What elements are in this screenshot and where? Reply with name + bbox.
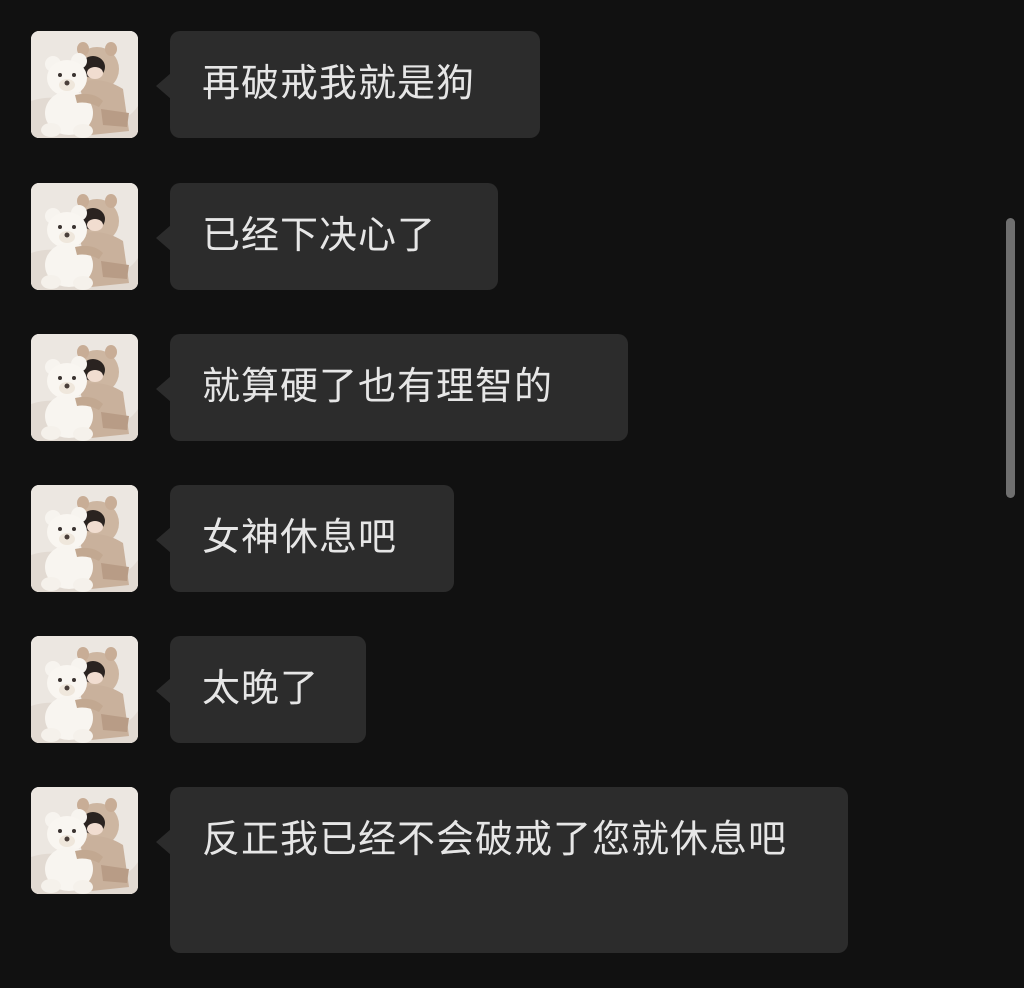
avatar-girl-with-teddy-bear-icon[interactable] (31, 183, 138, 290)
message-row: 已经下决心了 (31, 183, 498, 290)
message-bubble[interactable]: 太晚了 (156, 636, 366, 743)
avatar-girl-with-teddy-bear-icon[interactable] (31, 636, 138, 743)
avatar-girl-with-teddy-bear-icon[interactable] (31, 334, 138, 441)
chat-message-list: 再破戒我就是狗 已经下决心了 就算硬了也有理智的 女神休息吧 太晚了 反正我已经… (0, 0, 1024, 988)
message-row: 就算硬了也有理智的 (31, 334, 628, 441)
avatar-girl-with-teddy-bear-icon[interactable] (31, 485, 138, 592)
message-bubble[interactable]: 再破戒我就是狗 (156, 31, 540, 138)
message-bubble[interactable]: 已经下决心了 (156, 183, 498, 290)
message-bubble[interactable]: 就算硬了也有理智的 (156, 334, 628, 441)
scrollbar-thumb[interactable] (1006, 218, 1015, 498)
avatar-girl-with-teddy-bear-icon[interactable] (31, 787, 138, 894)
message-row: 反正我已经不会破戒了您就休息吧 (31, 787, 848, 953)
avatar-girl-with-teddy-bear-icon[interactable] (31, 31, 138, 138)
message-row: 再破戒我就是狗 (31, 31, 540, 138)
message-row: 女神休息吧 (31, 485, 454, 592)
message-bubble[interactable]: 女神休息吧 (156, 485, 454, 592)
message-bubble[interactable]: 反正我已经不会破戒了您就休息吧 (156, 787, 848, 953)
message-row: 太晚了 (31, 636, 366, 743)
